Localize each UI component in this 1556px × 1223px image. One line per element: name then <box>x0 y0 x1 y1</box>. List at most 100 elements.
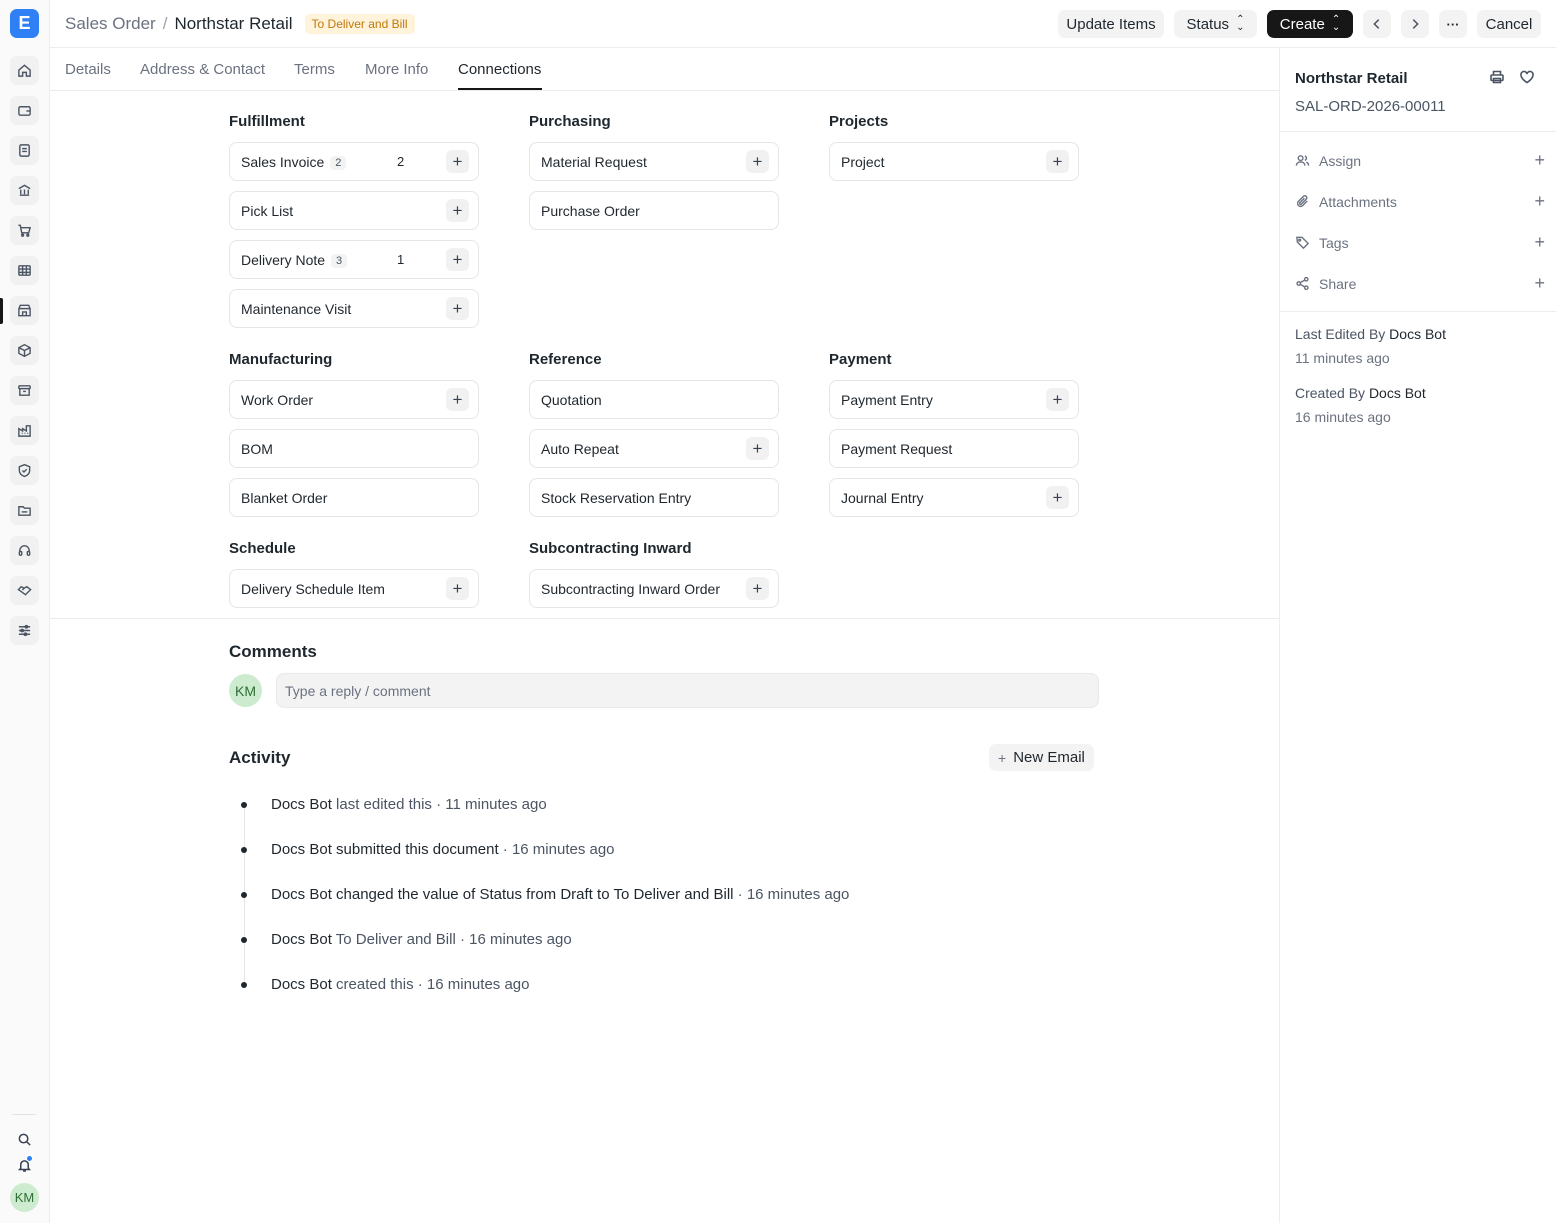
connection-payment-request[interactable]: Payment Request <box>829 429 1079 468</box>
plus-icon[interactable]: + <box>1046 150 1069 173</box>
created-time: 16 minutes ago <box>1295 409 1391 425</box>
plus-icon[interactable]: + <box>746 150 769 173</box>
heart-icon[interactable] <box>1519 69 1537 87</box>
form-sidebar: Northstar Retail SAL-ORD-2026-00011 Assi… <box>1279 48 1556 1223</box>
connection-project[interactable]: Project + <box>829 142 1079 181</box>
plus-icon: + <box>998 749 1007 766</box>
rail-divider <box>12 1114 36 1115</box>
plus-icon[interactable]: + <box>446 297 469 320</box>
connection-auto-repeat[interactable]: Auto Repeat + <box>529 429 779 468</box>
create-dropdown-button[interactable]: Create ⌃ ⌄ <box>1267 10 1353 38</box>
headset-icon[interactable] <box>10 536 39 565</box>
tab-connections[interactable]: Connections <box>458 61 541 78</box>
active-tab-underline <box>458 88 542 90</box>
section-title-purchasing: Purchasing <box>529 113 611 130</box>
print-icon[interactable] <box>1489 69 1507 87</box>
plus-icon[interactable]: + <box>446 150 469 173</box>
plus-icon[interactable]: + <box>446 248 469 271</box>
shield-icon[interactable] <box>10 456 39 485</box>
activity-user[interactable]: Docs Bot <box>271 976 332 993</box>
last-edited-user[interactable]: Docs Bot <box>1389 326 1446 342</box>
status-dropdown-button[interactable]: Status ⌃ ⌄ <box>1174 10 1257 38</box>
connection-material-request[interactable]: Material Request + <box>529 142 779 181</box>
connection-sales-invoice[interactable]: Sales Invoice 2 2 + <box>229 142 479 181</box>
plus-icon[interactable]: + <box>1046 388 1069 411</box>
connection-bom[interactable]: BOM <box>229 429 479 468</box>
new-email-button[interactable]: + New Email <box>989 744 1094 771</box>
table-icon[interactable] <box>10 256 39 285</box>
home-icon[interactable] <box>10 56 39 85</box>
created-by: Created By Docs Bot <box>1295 385 1426 401</box>
connection-stock-reservation-entry[interactable]: Stock Reservation Entry <box>529 478 779 517</box>
timeline-dot <box>241 847 247 853</box>
breadcrumb-doctype[interactable]: Sales Order <box>65 14 156 34</box>
tab-terms[interactable]: Terms <box>294 61 335 78</box>
connection-pick-list[interactable]: Pick List + <box>229 191 479 230</box>
store-icon[interactable] <box>10 296 39 325</box>
previous-button[interactable] <box>1363 10 1391 38</box>
tab-address-contact[interactable]: Address & Contact <box>140 61 265 78</box>
box-icon[interactable] <box>10 336 39 365</box>
timeline-dot <box>241 982 247 988</box>
wallet-icon[interactable] <box>10 96 39 125</box>
connection-delivery-note[interactable]: Delivery Note 3 1 + <box>229 240 479 279</box>
plus-icon[interactable]: + <box>1534 150 1545 171</box>
plus-icon[interactable]: + <box>446 388 469 411</box>
connection-work-order[interactable]: Work Order + <box>229 380 479 419</box>
plus-icon[interactable]: + <box>746 437 769 460</box>
plus-icon[interactable]: + <box>1534 232 1545 253</box>
connection-quotation[interactable]: Quotation <box>529 380 779 419</box>
activity-user[interactable]: Docs Bot <box>271 841 332 858</box>
connection-subcontracting-inward-order[interactable]: Subcontracting Inward Order + <box>529 569 779 608</box>
notification-dot <box>26 1155 33 1162</box>
tag-icon <box>1295 235 1310 253</box>
section-title-manufacturing: Manufacturing <box>229 351 333 368</box>
activity-user[interactable]: Docs Bot <box>271 796 332 813</box>
connection-payment-entry[interactable]: Payment Entry + <box>829 380 1079 419</box>
sidebar-label: Assign <box>1319 153 1362 169</box>
factory-icon[interactable] <box>10 416 39 445</box>
sidebar-tags[interactable]: Tags + <box>1295 232 1545 253</box>
document-icon[interactable] <box>10 136 39 165</box>
user-avatar[interactable]: KM <box>10 1183 39 1212</box>
tab-more-info[interactable]: More Info <box>365 61 428 78</box>
connection-maintenance-visit[interactable]: Maintenance Visit + <box>229 289 479 328</box>
cart-icon[interactable] <box>10 216 39 245</box>
plus-icon[interactable]: + <box>1534 273 1545 294</box>
activity-user[interactable]: Docs Bot <box>271 931 332 948</box>
tab-details[interactable]: Details <box>65 61 111 78</box>
sidebar-share[interactable]: Share + <box>1295 273 1545 294</box>
section-title-payment: Payment <box>829 351 892 368</box>
connection-label: Delivery Note 3 <box>241 252 348 268</box>
bank-icon[interactable] <box>10 176 39 205</box>
timeline-dot <box>241 802 247 808</box>
status-badge: To Deliver and Bill <box>304 14 415 34</box>
archive-icon[interactable] <box>10 376 39 405</box>
connection-purchase-order[interactable]: Purchase Order <box>529 191 779 230</box>
next-button[interactable] <box>1401 10 1429 38</box>
plus-icon[interactable]: + <box>446 577 469 600</box>
plus-icon[interactable]: + <box>1534 191 1545 212</box>
plus-icon[interactable]: + <box>1046 486 1069 509</box>
plus-icon[interactable]: + <box>746 577 769 600</box>
connection-label: Project <box>841 154 885 170</box>
more-actions-button[interactable]: ··· <box>1439 10 1467 38</box>
sidebar-assign[interactable]: Assign + <box>1295 150 1545 171</box>
handshake-icon[interactable] <box>10 576 39 605</box>
bell-icon[interactable] <box>13 1154 35 1176</box>
created-user[interactable]: Docs Bot <box>1369 385 1426 401</box>
update-items-button[interactable]: Update Items <box>1058 10 1164 38</box>
connection-journal-entry[interactable]: Journal Entry + <box>829 478 1079 517</box>
connection-delivery-schedule-item[interactable]: Delivery Schedule Item + <box>229 569 479 608</box>
app-logo[interactable]: E <box>10 9 39 38</box>
plus-icon[interactable]: + <box>446 199 469 222</box>
connection-blanket-order[interactable]: Blanket Order <box>229 478 479 517</box>
folder-icon[interactable] <box>10 496 39 525</box>
cancel-button[interactable]: Cancel <box>1477 10 1541 38</box>
activity-user[interactable]: Docs Bot <box>271 886 332 903</box>
sidebar-attachments[interactable]: Attachments + <box>1295 191 1545 212</box>
search-icon[interactable] <box>13 1128 35 1150</box>
connection-label: Pick List <box>241 203 294 219</box>
comment-input[interactable] <box>276 673 1099 708</box>
settings-sliders-icon[interactable] <box>10 616 39 645</box>
